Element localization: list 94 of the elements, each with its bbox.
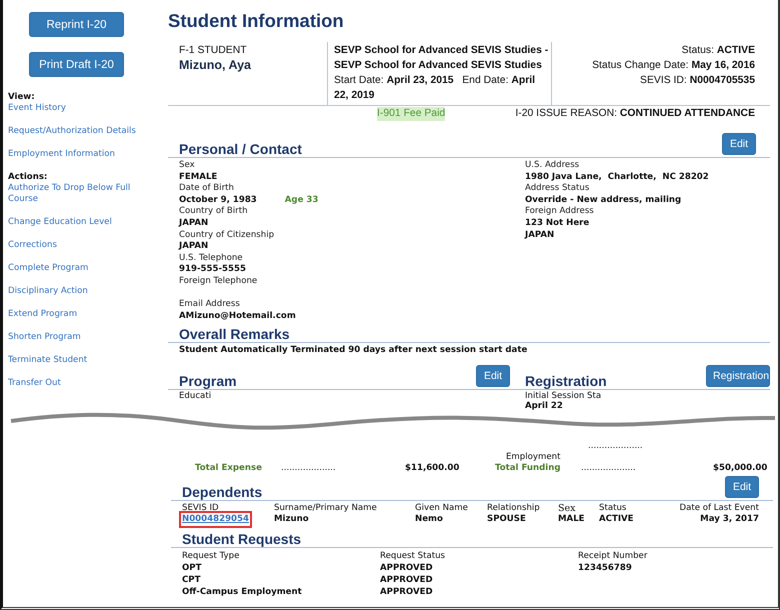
sidebar-link[interactable]: Shorten Program [8,332,148,343]
field-value: AMizuno@Hotemail.com [179,310,296,321]
total-funding-label: Total Funding [495,463,562,474]
column-header: Surname/Primary Name [274,503,378,514]
sidebar-link[interactable]: Event History [8,103,148,114]
status-text: Status Change Date: May 16, 2016 [591,59,755,73]
age-text: Age 33 [284,194,318,205]
section-title: Registration [525,373,607,389]
column-header: Request Status [380,550,446,562]
column-header: Status [599,503,628,514]
column-header: Sex [558,503,576,514]
sidebar-link[interactable]: Employment Information [8,149,148,160]
sidebar-heading: Actions: [8,172,48,183]
section-title: Personal / Contact [179,141,302,157]
edit-button[interactable]: Edit [725,476,759,498]
print-button[interactable]: Print Draft I-20 [29,52,124,77]
field-label: Email Address [179,299,241,311]
sidebar-link[interactable]: Terminate Student [8,355,148,366]
table-cell-text: APPROVED [380,586,434,598]
field-label: Foreign Telephone [179,276,258,288]
field-value: 1980 Java Lane, Charlotte, NC 28202 [525,172,709,182]
sidebar-link[interactable]: Transfer Out [8,378,148,389]
sidebar-link[interactable]: Disciplinary Action [8,286,148,297]
school-name: SEVP School for Advanced SEVIS Studies [334,59,543,73]
page-title: Student Information [168,10,345,32]
sidebar-link[interactable]: Request/Authorization Details [8,126,148,137]
column-header: SEVIS ID [182,503,220,514]
field-value: Override - New address, mailing [525,194,682,205]
total-funding-amount: $50,000.00 [713,463,768,474]
status-text: Status: ACTIVE [680,44,755,58]
column-header: Date of Last Event [678,503,759,514]
school-name: SEVP School for Advanced SEVIS Studies - [334,44,549,58]
table-cell-text: MALE [558,514,586,525]
field-label: U.S. Address [525,160,580,172]
edit-button[interactable]: Edit [722,133,756,155]
field-value: JAPAN [179,241,208,252]
status-text: SEVIS ID: N0004705535 [639,74,755,88]
field-label: Address Status [525,183,590,195]
section-title: Overall Remarks [179,326,290,342]
student-category: F-1 STUDENT [179,44,248,58]
sidebar-link[interactable]: Authorize To Drop Below Full Course [8,183,148,205]
table-cell-text: APPROVED [380,562,434,574]
sevis-id-link[interactable]: N0004829054 [182,514,249,525]
field-label: Sex [179,160,196,172]
section-title: Program [179,373,237,389]
field-label: Country of Citizenship [179,230,276,242]
print-button[interactable]: Reprint I-20 [29,12,124,37]
table-cell-text: May 3, 2017 [699,514,759,525]
table-cell-text: SPOUSE [487,514,527,525]
sidebar-link[interactable]: Change Education Level [8,217,148,228]
sidebar-heading: View: [8,92,36,103]
sidebar-link[interactable]: Complete Program [8,263,148,274]
table-cell-text: APPROVED [380,574,434,586]
field-value: April 22 [525,401,563,411]
table-cell-text: Nemo [415,514,444,525]
table-cell-text: Mizuno [274,514,310,525]
sidebar-link[interactable]: Extend Program [8,309,148,320]
field-value: 919-555-5555 [179,264,246,274]
field-label: U.S. Telephone [179,252,244,264]
total-expense-label: Total Expense [195,463,263,474]
fee-status: I-901 Fee Paid [377,107,446,121]
table-cell-text: ACTIVE [599,514,635,525]
student-name: Mizuno, Aya [179,58,252,73]
column-header: Given Name [415,503,469,514]
program-dates: Start Date: April 23, 2015 End Date: April 22, 2019 [334,74,536,103]
issue-reason: I-20 ISSUE REASON: CONTINUED ATTENDANCE [515,107,755,121]
remarks-text: Student Automatically Terminated 90 days after next session start date [178,344,528,357]
field-label: Initial Session Sta [525,391,602,401]
column-header: Receipt Number [578,550,648,562]
table-cell-text: Off-Campus Employment [182,586,303,598]
dotted-leader: .................... [587,441,644,452]
field-label: Country of Birth [179,206,249,218]
field-value: JAPAN [525,230,556,242]
field-value: JAPAN [179,218,208,228]
dotted-leader: .................... [281,463,337,474]
table-cell-text: CPT [182,574,202,586]
field-label: Educati [179,391,212,401]
field-label: Foreign Address [525,206,595,218]
section-title: Student Requests [182,531,302,547]
registration-button[interactable]: Registration [706,365,770,387]
column-header: Request Type [182,550,240,562]
sidebar-link[interactable]: Corrections [8,240,148,251]
field-value: FEMALE [179,172,218,182]
field-label: Date of Birth [179,183,235,195]
column-header: Relationship [487,503,541,514]
section-title: Dependents [182,484,262,500]
table-cell-text: OPT [182,562,202,574]
total-expense-amount: $11,600.00 [405,463,460,474]
table-cell-text: 123456789 [578,562,633,574]
field-label: Employment [506,452,562,463]
field-value: 123 Not Here [525,218,590,228]
dotted-leader: .................... [581,463,637,474]
field-value: October 9, 1983 [179,194,257,205]
edit-button[interactable]: Edit [476,365,510,387]
